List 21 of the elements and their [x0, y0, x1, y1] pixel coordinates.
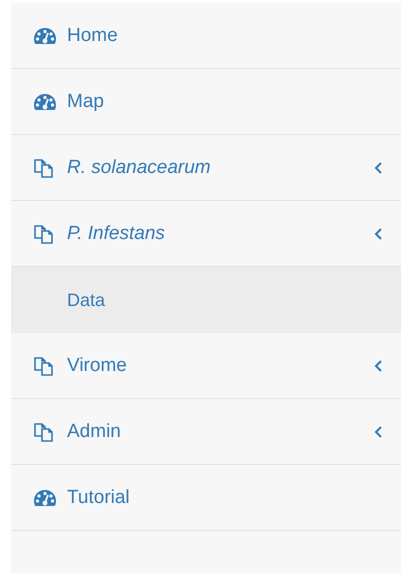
chevron-left-icon — [374, 426, 383, 438]
item-label: Home — [67, 24, 119, 46]
item-label: Tutorial — [67, 486, 131, 508]
submenu-item[interactable]: Data — [11, 267, 401, 333]
sidebar-item[interactable]: Home — [11, 3, 401, 69]
sidebar-item[interactable]: R. solanacearum — [11, 135, 401, 201]
item-label: Map — [67, 90, 105, 112]
dashboard-icon — [33, 92, 57, 112]
item-label: P. Infestans — [67, 222, 166, 244]
sidebar-item[interactable]: Admin — [11, 399, 401, 465]
dashboard-icon — [33, 488, 57, 508]
sidebar-item[interactable]: Tutorial — [11, 465, 401, 531]
sidebar-item[interactable]: Virome — [11, 333, 401, 399]
item-label: Admin — [67, 420, 122, 442]
dashboard-icon — [33, 26, 57, 46]
chevron-left-icon — [374, 162, 383, 174]
chevron-left-icon — [374, 360, 383, 372]
chevron-left-icon — [374, 228, 383, 240]
item-label: R. solanacearum — [67, 156, 212, 178]
sidebar-item[interactable]: Map — [11, 69, 401, 135]
item-label: Virome — [67, 354, 128, 376]
